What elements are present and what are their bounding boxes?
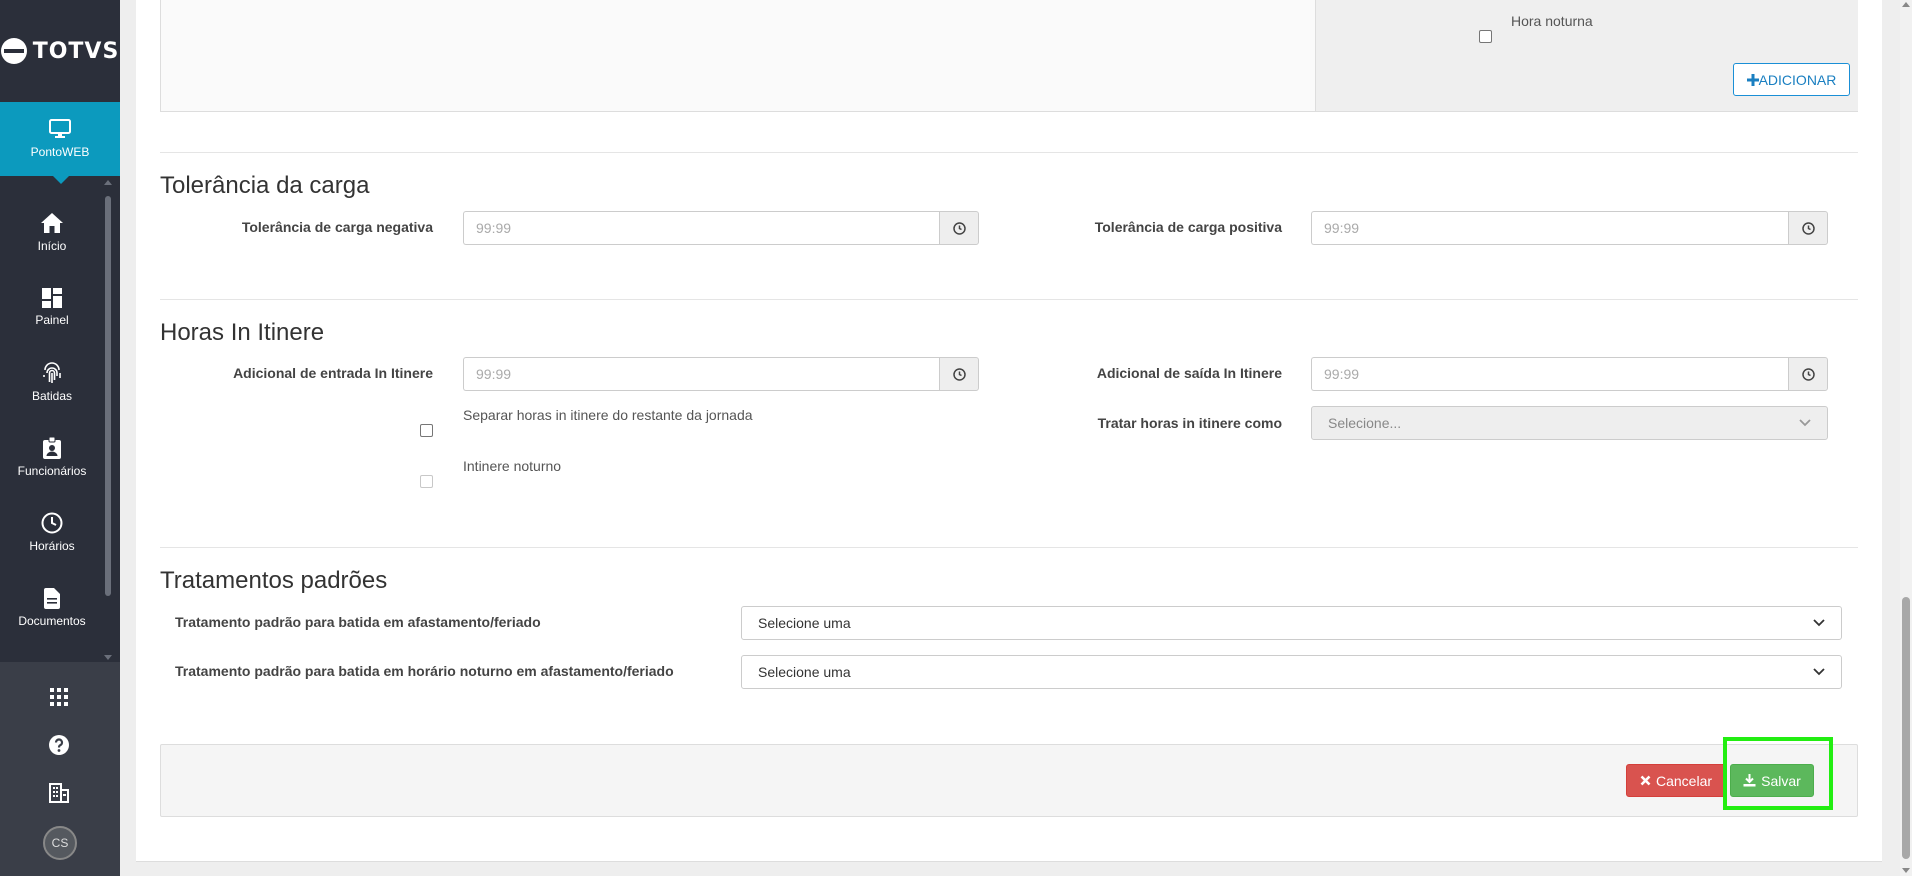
tratamento-afastamento-select[interactable]: Selecione uma <box>741 606 1842 640</box>
tolerancia-negativa-input[interactable] <box>463 211 939 245</box>
separar-itinere-label: Separar horas in itinere do restante da … <box>463 407 753 423</box>
add-button-label: ADICIONAR <box>1758 71 1837 88</box>
sidebar-item-label: Horários <box>29 539 75 553</box>
tratamento-noturno-label: Tratamento padrão para batida em horário… <box>175 663 674 679</box>
scroll-up-arrow-icon[interactable] <box>1902 2 1910 7</box>
section-title-itinere: Horas In Itinere <box>160 319 325 346</box>
scroll-down-arrow-icon[interactable] <box>1902 868 1910 873</box>
sidebar-item-label: Funcionários <box>17 464 87 478</box>
monitor-icon <box>49 119 71 138</box>
main-card: Hora noturna ADICIONAR Tolerância da car… <box>136 0 1882 862</box>
sidebar-bottom: CS <box>0 662 120 876</box>
hora-noturna-checkbox[interactable] <box>1479 30 1492 43</box>
divider <box>160 547 1858 548</box>
itinere-entrada-input[interactable] <box>463 357 939 391</box>
separar-itinere-checkbox[interactable] <box>420 424 433 437</box>
sidebar-item-funcionarios[interactable]: Funcionários <box>0 420 104 495</box>
itinere-entrada-group <box>463 357 979 391</box>
tratamento-afastamento-label: Tratamento padrão para batida em afastam… <box>175 614 541 630</box>
itinere-noturno-label: Intinere noturno <box>463 458 562 474</box>
brand-logo[interactable]: TOTVS <box>0 0 120 102</box>
section-title-tratamentos: Tratamentos padrões <box>160 567 388 594</box>
building-icon[interactable] <box>44 778 74 808</box>
sidebar-item-label: Documentos <box>18 613 86 628</box>
sidebar-scrollbar[interactable] <box>104 180 112 660</box>
tolerancia-negativa-label: Tolerância de carga negativa <box>241 219 433 235</box>
scroll-down-arrow-icon[interactable] <box>104 655 112 660</box>
page-scroll-thumb[interactable] <box>1902 597 1910 859</box>
clock-icon <box>41 512 63 534</box>
tolerancia-positiva-label: Tolerância de carga positiva <box>1094 219 1282 235</box>
top-panel-right: Hora noturna ADICIONAR <box>1315 0 1858 111</box>
document-icon <box>44 587 60 609</box>
totvs-logo-icon <box>0 38 27 64</box>
chevron-down-icon <box>1813 668 1825 676</box>
sidebar-item-batidas[interactable]: Batidas <box>0 345 104 420</box>
tolerancia-positiva-group <box>1311 211 1828 245</box>
clock-addon[interactable] <box>939 357 979 391</box>
clock-addon[interactable] <box>939 211 979 245</box>
clock-addon[interactable] <box>1788 357 1828 391</box>
cancel-button-label: Cancelar <box>1655 772 1713 789</box>
hora-noturna-label: Hora noturna <box>1511 13 1593 29</box>
tratar-itinere-select[interactable]: Selecione... <box>1311 406 1828 440</box>
sidebar-scroll-thumb[interactable] <box>105 196 111 596</box>
close-icon <box>1640 775 1651 786</box>
itinere-noturno-checkbox[interactable] <box>420 475 433 488</box>
sidebar-item-label: Início <box>37 239 67 253</box>
tolerancia-positiva-input[interactable] <box>1311 211 1788 245</box>
divider <box>160 152 1858 153</box>
chevron-down-icon <box>1813 619 1825 627</box>
sidebar-item-horarios[interactable]: Horários <box>0 495 104 570</box>
fingerprint-icon <box>43 362 61 383</box>
sidebar-item-painel[interactable]: Painel <box>0 270 104 345</box>
cancel-button[interactable]: Cancelar <box>1626 764 1726 797</box>
brand-name: TOTVS <box>32 38 120 64</box>
tolerancia-negativa-group <box>463 211 979 245</box>
sidebar-nav: Início Painel Batidas Funcionários Horár… <box>0 195 104 645</box>
itinere-entrada-label: Adicional de entrada In Itinere <box>233 365 433 381</box>
plus-icon <box>1746 73 1759 86</box>
scroll-up-arrow-icon[interactable] <box>104 180 112 185</box>
clock-icon <box>952 221 966 235</box>
sidebar-item-label: Painel <box>35 313 69 327</box>
tratar-itinere-label: Tratar horas in itinere como <box>1097 415 1282 431</box>
sidebar-item-documentos[interactable]: Documentos <box>0 570 104 645</box>
help-icon[interactable] <box>44 730 74 760</box>
dashboard-icon <box>42 288 62 308</box>
sidebar: TOTVS PontoWEB Início Painel Batidas Fun… <box>0 0 120 876</box>
tratamento-noturno-value: Selecione uma <box>758 664 851 680</box>
page-scrollbar[interactable] <box>1900 0 1912 876</box>
tratamento-noturno-select[interactable]: Selecione uma <box>741 655 1842 689</box>
clock-icon <box>1801 367 1815 381</box>
nav-item-pontoweb[interactable]: PontoWEB <box>0 102 120 184</box>
top-panel: Hora noturna ADICIONAR <box>160 0 1858 112</box>
itinere-saida-label: Adicional de saída In Itinere <box>1096 365 1282 381</box>
itinere-saida-input[interactable] <box>1311 357 1788 391</box>
clock-icon <box>952 367 966 381</box>
avatar[interactable]: CS <box>43 826 77 860</box>
clock-icon <box>1801 221 1815 235</box>
section-title-tolerancia: Tolerância da carga <box>160 172 370 199</box>
apps-grid-icon[interactable] <box>44 682 74 712</box>
tratamento-afastamento-value: Selecione uma <box>758 615 851 631</box>
itinere-saida-group <box>1311 357 1828 391</box>
chevron-down-icon <box>1799 419 1811 427</box>
save-highlight-box <box>1723 737 1833 810</box>
divider <box>160 299 1858 300</box>
sidebar-item-label: Batidas <box>31 389 73 403</box>
home-icon <box>41 213 63 233</box>
clock-addon[interactable] <box>1788 211 1828 245</box>
add-button[interactable]: ADICIONAR <box>1733 63 1850 96</box>
form-actions-bar: Cancelar Salvar <box>160 744 1858 817</box>
tratar-itinere-value: Selecione... <box>1328 415 1402 431</box>
nav-label-pontoweb: PontoWEB <box>30 145 90 159</box>
sidebar-item-inicio[interactable]: Início <box>0 195 104 270</box>
employee-badge-icon <box>43 437 61 459</box>
